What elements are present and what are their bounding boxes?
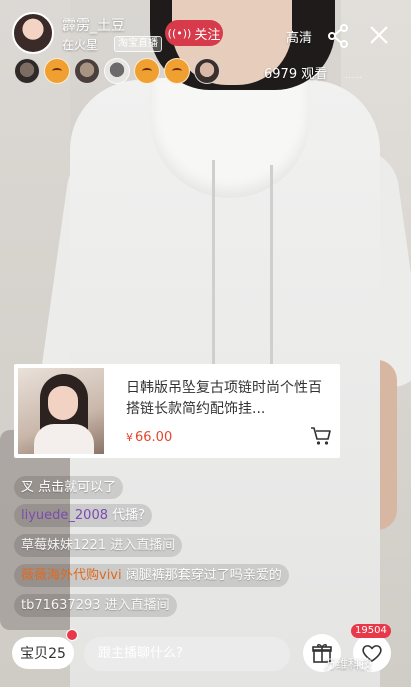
viewer-avatar[interactable] xyxy=(74,58,100,84)
hood-string-right xyxy=(270,165,273,380)
host-avatar[interactable] xyxy=(12,12,54,54)
goods-notification-dot xyxy=(66,629,78,641)
watermark: 万维科技 xyxy=(324,657,373,671)
viewer-avatar[interactable] xyxy=(164,58,190,84)
viewer-avatar[interactable] xyxy=(14,58,40,84)
chat-text: 代播? xyxy=(112,508,146,523)
host-location: 在火星 xyxy=(62,38,99,52)
price-value: 66.00 xyxy=(135,430,173,445)
chat-input[interactable]: 跟主播聊什么? xyxy=(84,637,290,671)
chat-text: 叉 点击就可以了 xyxy=(21,480,117,495)
chat-username[interactable]: liyuede_2008 xyxy=(21,508,108,523)
viewer-avatar[interactable] xyxy=(194,58,220,84)
chat-message: 草莓妹妹1221 进入直播间 xyxy=(14,534,183,557)
close-icon[interactable] xyxy=(368,24,390,46)
chat-text: 阔腿裤那套穿过了吗亲爱的 xyxy=(125,568,282,583)
product-model-face xyxy=(48,386,78,420)
follow-button[interactable]: ((•)) 关注 xyxy=(165,20,223,46)
chat-message: 叉 点击就可以了 xyxy=(14,476,124,499)
chat-message: 薇薇海外代购vivi 阔腿裤那套穿过了吗亲爱的 xyxy=(14,564,289,587)
viewer-count: 6979 观看 xyxy=(264,67,328,82)
chat-username[interactable]: 草莓妹妹1221 xyxy=(21,538,106,553)
chat-username[interactable]: tb71637293 xyxy=(21,598,101,613)
chat-message: tb71637293 进入直播间 xyxy=(14,594,177,617)
product-image[interactable] xyxy=(18,368,104,454)
currency-symbol: ¥ xyxy=(126,431,133,444)
product-title[interactable]: 日韩版吊坠复古项链时尚个性百搭链长款简约配饰挂... xyxy=(126,378,331,420)
channel-id: ...... xyxy=(345,71,363,81)
follow-label: 关注 xyxy=(194,27,221,43)
viewer-avatars xyxy=(14,58,220,86)
like-count-badge: 19504 xyxy=(351,624,391,638)
chat-username[interactable]: 薇薇海外代购vivi xyxy=(21,568,122,583)
viewer-avatar[interactable] xyxy=(134,58,160,84)
broadcast-icon: ((•)) xyxy=(167,26,192,40)
chat-message: liyuede_2008 代播? xyxy=(14,504,153,527)
shopping-cart-icon[interactable] xyxy=(310,426,332,446)
platform-tag: 淘宝直播 xyxy=(114,36,162,52)
host-info[interactable]: 霹雳_土豆 在火星 淘宝直播 xyxy=(10,12,162,56)
host-name: 霹雳_土豆 xyxy=(62,18,125,34)
viewer-avatar[interactable] xyxy=(104,58,130,84)
goods-button[interactable]: 宝贝25 xyxy=(12,637,74,669)
hood-string-left xyxy=(212,160,215,380)
chat-text: 进入直播间 xyxy=(110,538,176,553)
product-card[interactable]: 日韩版吊坠复古项链时尚个性百搭链长款简约配饰挂... ¥66.00 xyxy=(14,364,340,458)
viewer-avatar[interactable] xyxy=(44,58,70,84)
share-icon[interactable] xyxy=(327,24,349,48)
product-model-body xyxy=(34,424,94,454)
chat-text: 进入直播间 xyxy=(104,598,170,613)
product-price: ¥66.00 xyxy=(126,430,172,445)
quality-toggle[interactable]: 高清 xyxy=(286,27,312,46)
